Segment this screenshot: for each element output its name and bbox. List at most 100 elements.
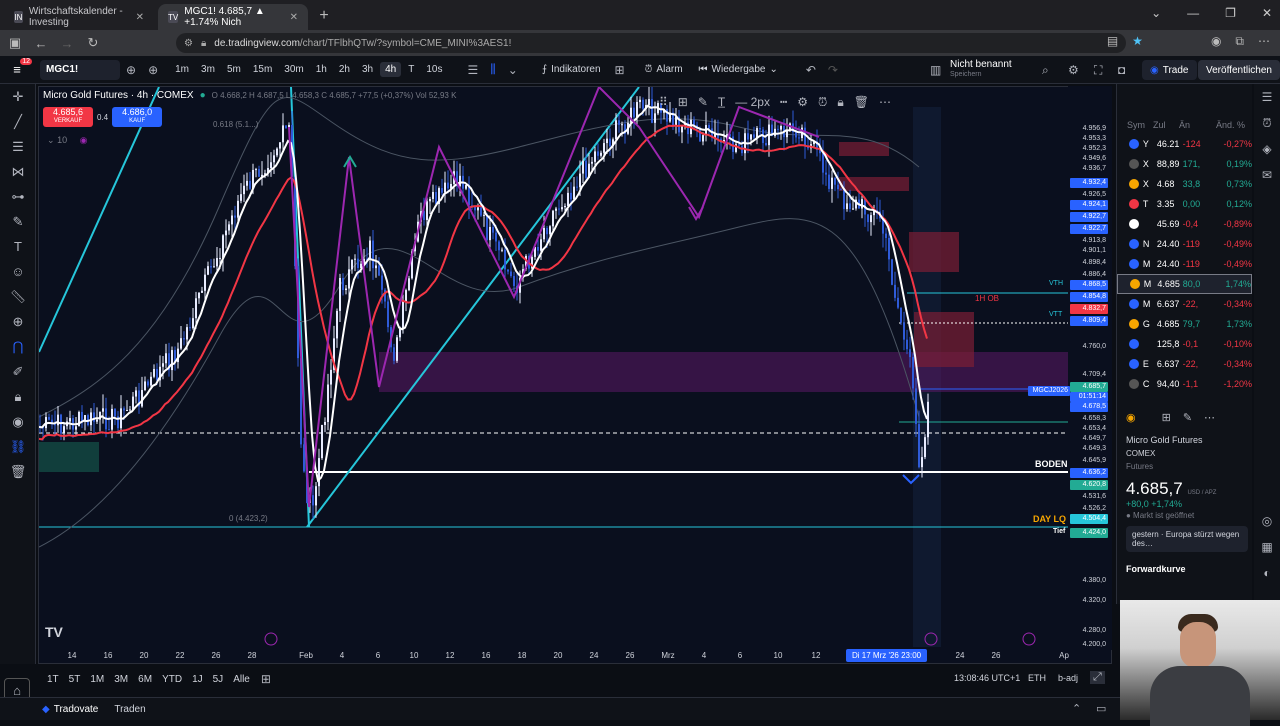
line-style-icon[interactable]: ┅ [780, 95, 787, 109]
fib-retracement-icon[interactable]: ☰ [0, 134, 36, 159]
watch-symbol-icon[interactable]: ⊕ [120, 63, 142, 77]
adjustment-toggle[interactable]: b-adj [1058, 673, 1078, 683]
quick-search-icon[interactable]: ⌕ [1036, 63, 1055, 78]
range-1j[interactable]: 1J [187, 674, 208, 685]
col-change[interactable]: Än [1179, 120, 1205, 130]
ruler-icon[interactable]: 📏︎ [0, 284, 36, 309]
trash-icon[interactable]: 🗑︎ [0, 459, 36, 484]
watchlist-row[interactable]: G 4.685 79,7 1,73% [1117, 314, 1252, 334]
favorite-star-icon[interactable]: ★ [1132, 34, 1143, 49]
watchlist-row[interactable]: N 24.40 -119 -0,49% [1117, 234, 1252, 254]
watchlist-row[interactable]: X 4.68 33,8 0,73% [1117, 174, 1252, 194]
stay-drawing-icon[interactable]: ✐ [0, 359, 36, 384]
hide-drawings-icon[interactable]: ◉ [0, 409, 36, 434]
price-axis[interactable]: 4.956,9 4.953,3 4.952,3 4.949,6 4.936,7 4.932… [1028, 86, 1112, 650]
fullscreen-icon[interactable]: ⛶ [1088, 63, 1108, 78]
watchlist-row[interactable]: Y 46.21 -124 -0,27% [1117, 134, 1252, 154]
price-chart[interactable]: TV [39, 87, 1112, 664]
minimize-icon[interactable]: — [1187, 6, 1199, 20]
traden-tab[interactable]: Traden [106, 704, 153, 715]
range-1t[interactable]: 1T [42, 674, 64, 685]
extensions-puzzle-icon[interactable]: ⧉ [1235, 34, 1244, 49]
col-last[interactable]: Zul [1153, 120, 1179, 130]
publish-button[interactable]: Veröffentlichen [1198, 60, 1280, 80]
layout-grid-icon[interactable]: ▥ [924, 63, 947, 77]
watchlist-row[interactable]: M 6.637 -22, -0,34% [1117, 294, 1252, 314]
replay-button[interactable]: ⏮︎ Wiedergabe ⌄ [691, 64, 786, 75]
layout-icon[interactable]: ⊞ [1162, 411, 1171, 424]
timeframe-3m[interactable]: 3m [196, 62, 220, 77]
lock-icon[interactable]: 🔒︎ [837, 95, 843, 110]
trash-icon[interactable]: 🗑︎ [854, 95, 869, 109]
drag-handle-icon[interactable]: ⠿ [659, 95, 668, 109]
timeframe-3h[interactable]: 3h [357, 62, 378, 77]
range-5j[interactable]: 5J [208, 674, 229, 685]
news-item[interactable]: gestern · Europa stürzt wegen des… [1126, 526, 1248, 552]
watchlist-row[interactable]: M 4.685 80,0 1,74% [1117, 274, 1252, 294]
emoji-icon[interactable]: ☺ [0, 259, 36, 284]
templates-icon[interactable]: ⊞ [609, 63, 631, 77]
range-3m[interactable]: 3M [109, 674, 133, 685]
timeframe-15m[interactable]: 15m [248, 62, 277, 77]
collapse-panel-icon[interactable]: ⌃ [1072, 702, 1081, 715]
sync-drawings-icon[interactable]: ⛓︎ [0, 434, 36, 459]
watchlist-row[interactable]: X 88,89 171, 0,19% [1117, 154, 1252, 174]
alerts-icon[interactable]: ⏰︎ [1254, 110, 1280, 136]
watchlist-row[interactable]: 45.69 -0,4 -0,89% [1117, 214, 1252, 234]
symbol-title[interactable]: Micro Gold Futures · 4h · COMEX [43, 90, 194, 101]
brush-icon[interactable]: ✎ [0, 209, 36, 234]
settings-gear-icon[interactable]: ⚙ [1062, 63, 1085, 77]
menu-dots-icon[interactable]: ⋯ [1258, 34, 1270, 49]
redo-icon[interactable]: ↷ [822, 63, 844, 77]
browser-tab-tradingview[interactable]: TV MGC1! 4.685,7 ▲ +1.74% Nich ✕ [158, 4, 308, 30]
browser-tab-investing[interactable]: IN Wirtschaftskalender - Investing ✕ [4, 4, 154, 30]
watchlist-row[interactable]: M 24.40 -119 -0,49% [1117, 254, 1252, 274]
timeframe-1m[interactable]: 1m [170, 62, 194, 77]
goto-date-icon[interactable]: ⊞ [255, 672, 277, 686]
line-width-icon[interactable]: — 2px [735, 95, 770, 109]
watchlist-row[interactable]: C 94,40 -1,1 -1,20% [1117, 374, 1252, 394]
close-tab-icon[interactable]: ✕ [136, 12, 144, 23]
buy-button[interactable]: 4.686,0 KAUF [112, 107, 163, 127]
back-icon[interactable]: ← [30, 32, 52, 54]
crosshair-icon[interactable]: ✛ [0, 84, 36, 109]
prediction-icon[interactable]: ⊶ [0, 184, 36, 209]
col-symbol[interactable]: Sym [1127, 120, 1153, 130]
close-window-icon[interactable]: ✕ [1262, 6, 1272, 20]
close-tab-icon[interactable]: ✕ [290, 12, 298, 23]
range-6m[interactable]: 6M [133, 674, 157, 685]
edit-icon[interactable]: ✎ [1183, 411, 1192, 424]
watchlist-row[interactable]: E 6.637 -22, -0,34% [1117, 354, 1252, 374]
undo-icon[interactable]: ↶ [800, 63, 822, 77]
watchlist-icon[interactable]: ☰ [1254, 84, 1280, 110]
tv-menu-button[interactable]: ≡ 12 [0, 56, 34, 84]
range-1m[interactable]: 1M [85, 674, 109, 685]
tradovate-tab[interactable]: ◆ Tradovate [34, 704, 106, 715]
autoscale-icon[interactable]: ⤢ [1090, 671, 1105, 684]
watchlist-row[interactable]: 125,8 -0,1 -0,10% [1117, 334, 1252, 354]
pattern-icon[interactable]: ⋈ [0, 159, 36, 184]
sidebar-toggle-icon[interactable]: ▣ [4, 32, 26, 54]
magnet-icon[interactable]: ⋂ [0, 334, 36, 359]
text-icon[interactable]: T [0, 234, 36, 259]
timeframe-5m[interactable]: 5m [222, 62, 246, 77]
trend-line-icon[interactable]: ╱ [0, 109, 36, 134]
layout-name[interactable]: Nicht benannt Speichern [950, 60, 1012, 80]
trade-button[interactable]: ◉ Trade [1142, 60, 1197, 80]
indicators-button[interactable]: ⨍ Indikatoren [534, 64, 609, 75]
chat-icon[interactable]: ✉ [1254, 162, 1280, 188]
tab-search-icon[interactable]: ⌄ [1151, 6, 1161, 20]
text-color-icon[interactable]: T̲ [718, 95, 725, 109]
extension-icon[interactable]: ▤ [1107, 34, 1118, 49]
range-5t[interactable]: 5T [64, 674, 86, 685]
forward-icon[interactable]: → [56, 32, 78, 54]
site-info-icon[interactable]: ⚙ [184, 38, 193, 49]
ideas-icon[interactable]: ◎ [1254, 508, 1280, 534]
indicator-toggle[interactable]: ⌄ 10 ◉ [47, 135, 87, 146]
bar-style-icon[interactable]: ☰ [461, 63, 484, 77]
more-icon[interactable]: ⋯ [879, 95, 891, 109]
sell-button[interactable]: 4.685,6 VERKAUF [43, 107, 93, 127]
reload-icon[interactable]: ↻ [82, 32, 104, 54]
timeframe-2h[interactable]: 2h [334, 62, 355, 77]
template-icon[interactable]: ⊞ [678, 95, 688, 109]
